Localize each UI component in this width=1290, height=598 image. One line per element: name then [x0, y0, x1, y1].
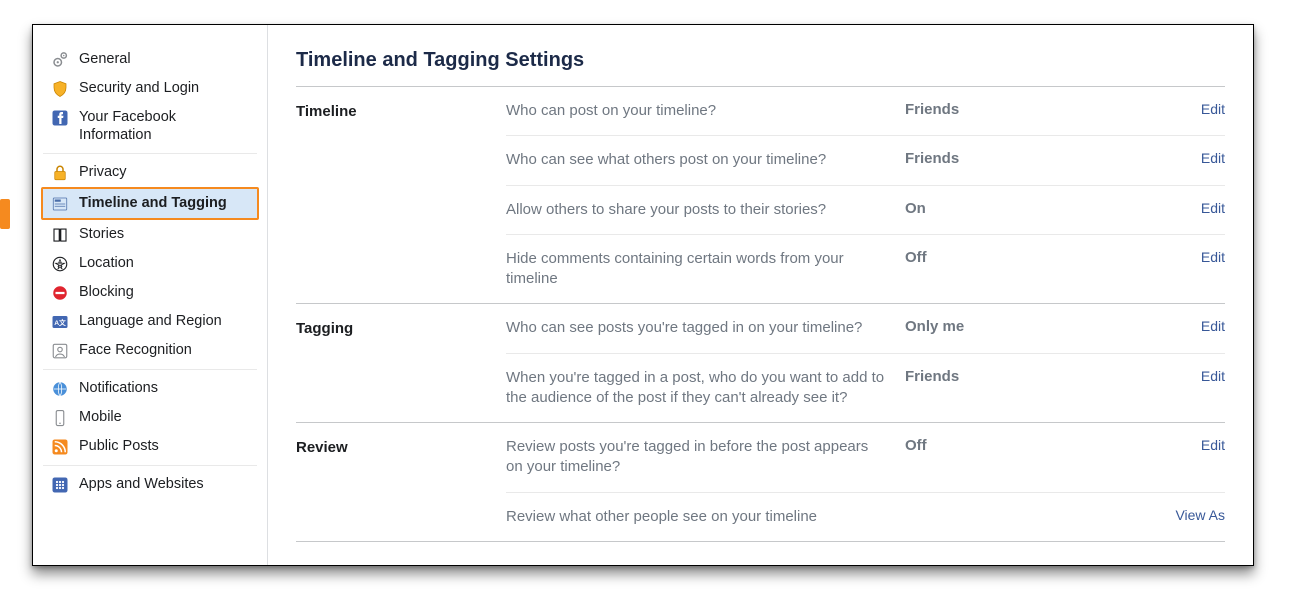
sidebar-item-label: Face Recognition [79, 341, 249, 359]
gear-icon [51, 51, 69, 69]
app-frame: General Security and Login Your Facebook I… [32, 24, 1254, 566]
sidebar-item-privacy[interactable]: Privacy [43, 158, 257, 187]
newspaper-icon [51, 195, 69, 213]
book-icon [51, 226, 69, 244]
setting-description: Hide comments containing certain words f… [506, 249, 905, 290]
sidebar-group: Apps and Websites [43, 466, 257, 503]
block-icon [51, 284, 69, 302]
view-as-link[interactable]: View As [1165, 507, 1225, 523]
sidebar-item-label: Timeline and Tagging [79, 194, 249, 212]
sidebar-item-label: Mobile [79, 408, 249, 426]
settings-list: Who can post on your timeline?FriendsEdi… [506, 87, 1225, 303]
sidebar-group: Notifications Mobile Public Posts [43, 370, 257, 466]
fb-square-icon [51, 109, 69, 127]
shield-icon [51, 80, 69, 98]
sidebar-item-public-posts[interactable]: Public Posts [43, 432, 257, 461]
sidebar-item-label: Notifications [79, 379, 249, 397]
setting-value: Off [905, 437, 1165, 454]
apps-icon [51, 476, 69, 494]
sidebar-item-label: General [79, 50, 249, 68]
sidebar-item-mobile[interactable]: Mobile [43, 403, 257, 432]
setting-description: Who can see posts you're tagged in on yo… [506, 318, 905, 338]
sidebar-item-label: Blocking [79, 283, 249, 301]
edit-link[interactable]: Edit [1165, 101, 1225, 117]
setting-value: Friends [905, 368, 1165, 385]
setting-value: Off [905, 249, 1165, 266]
section-title: Review [296, 423, 506, 541]
setting-description: Allow others to share your posts to thei… [506, 200, 905, 220]
rss-icon [51, 438, 69, 456]
face-icon [51, 342, 69, 360]
globe-icon [51, 380, 69, 398]
sidebar-item-your-info[interactable]: Your Facebook Information [43, 103, 257, 149]
svg-text:A: A [57, 260, 62, 269]
sidebar-item-label: Language and Region [79, 312, 249, 330]
setting-description: Review what other people see on your tim… [506, 507, 905, 527]
section-review: ReviewReview posts you're tagged in befo… [296, 423, 1225, 542]
sidebar-item-timeline-tagging[interactable]: Timeline and Tagging [41, 187, 259, 220]
edit-link[interactable]: Edit [1165, 318, 1225, 334]
edit-link[interactable]: Edit [1165, 437, 1225, 453]
section-timeline: TimelineWho can post on your timeline?Fr… [296, 87, 1225, 304]
sidebar-group: General Security and Login Your Facebook I… [43, 41, 257, 154]
sidebar-item-face[interactable]: Face Recognition [43, 336, 257, 365]
edit-link[interactable]: Edit [1165, 150, 1225, 166]
main-panel: Timeline and Tagging Settings TimelineWh… [268, 25, 1253, 565]
sidebar-item-blocking[interactable]: Blocking [43, 278, 257, 307]
mobile-icon [51, 409, 69, 427]
sidebar-item-security[interactable]: Security and Login [43, 74, 257, 103]
sidebar-item-label: Privacy [79, 163, 249, 181]
settings-sidebar: General Security and Login Your Facebook I… [33, 25, 268, 565]
setting-row: Who can see posts you're tagged in on yo… [506, 304, 1225, 352]
setting-row: Who can see what others post on your tim… [506, 135, 1225, 184]
sidebar-group: Privacy Timeline and Tagging Stories A Locat… [43, 154, 257, 370]
setting-description: Who can post on your timeline? [506, 101, 905, 121]
page-title: Timeline and Tagging Settings [296, 49, 1225, 87]
location-icon: A [51, 255, 69, 273]
section-title: Tagging [296, 304, 506, 422]
sidebar-item-language[interactable]: A文 Language and Region [43, 307, 257, 336]
setting-row: Who can post on your timeline?FriendsEdi… [506, 87, 1225, 135]
sidebar-item-label: Location [79, 254, 249, 272]
setting-row: Review posts you're tagged in before the… [506, 423, 1225, 492]
sidebar-item-location[interactable]: A Location [43, 249, 257, 278]
svg-text:A文: A文 [54, 318, 66, 327]
highlight-bar [0, 199, 10, 229]
edit-link[interactable]: Edit [1165, 368, 1225, 384]
sidebar-item-label: Public Posts [79, 437, 249, 455]
setting-row: Hide comments containing certain words f… [506, 234, 1225, 304]
sidebar-item-notifications[interactable]: Notifications [43, 374, 257, 403]
setting-description: When you're tagged in a post, who do you… [506, 368, 905, 409]
setting-row: Review what other people see on your tim… [506, 492, 1225, 541]
setting-description: Review posts you're tagged in before the… [506, 437, 905, 478]
setting-value: Friends [905, 150, 1165, 167]
sidebar-item-general[interactable]: General [43, 45, 257, 74]
sidebar-item-label: Stories [79, 225, 249, 243]
edit-link[interactable]: Edit [1165, 249, 1225, 265]
setting-row: Allow others to share your posts to thei… [506, 185, 1225, 234]
language-icon: A文 [51, 313, 69, 331]
sidebar-item-label: Your Facebook Information [79, 108, 249, 144]
settings-list: Who can see posts you're tagged in on yo… [506, 304, 1225, 422]
edit-link[interactable]: Edit [1165, 200, 1225, 216]
settings-list: Review posts you're tagged in before the… [506, 423, 1225, 541]
lock-icon [51, 164, 69, 182]
setting-description: Who can see what others post on your tim… [506, 150, 905, 170]
setting-value: Only me [905, 318, 1165, 335]
sidebar-item-stories[interactable]: Stories [43, 220, 257, 249]
section-title: Timeline [296, 87, 506, 303]
section-tagging: TaggingWho can see posts you're tagged i… [296, 304, 1225, 423]
setting-value: Friends [905, 101, 1165, 118]
settings-sections: TimelineWho can post on your timeline?Fr… [296, 87, 1225, 542]
sidebar-item-label: Apps and Websites [79, 475, 249, 493]
setting-row: When you're tagged in a post, who do you… [506, 353, 1225, 423]
sidebar-item-label: Security and Login [79, 79, 249, 97]
setting-value: On [905, 200, 1165, 217]
sidebar-item-apps[interactable]: Apps and Websites [43, 470, 257, 499]
